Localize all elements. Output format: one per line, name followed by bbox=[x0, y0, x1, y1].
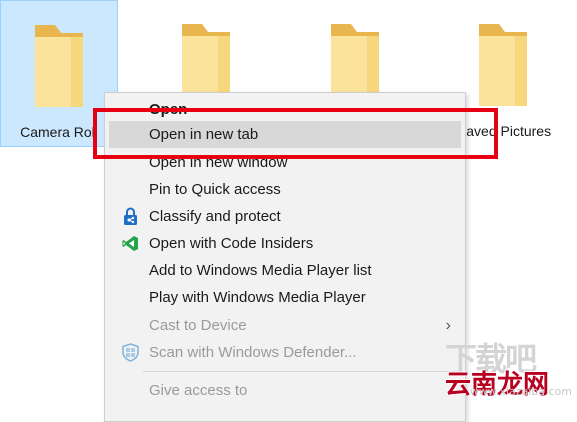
menu-item-label: Pin to Quick access bbox=[149, 181, 281, 198]
menu-item-label: Scan with Windows Defender... bbox=[149, 344, 357, 361]
menu-item-label: Add to Windows Media Player list bbox=[149, 262, 372, 279]
folder-icon bbox=[479, 24, 527, 106]
menu-item-pin-to-quick-access[interactable]: Pin to Quick access bbox=[109, 176, 461, 203]
menu-item-label: Open in new tab bbox=[149, 126, 259, 143]
folder-camera-roll[interactable]: Camera Roll bbox=[0, 0, 118, 147]
menu-item-label: Open with Code Insiders bbox=[149, 235, 314, 252]
menu-item-add-to-wmp-list[interactable]: Add to Windows Media Player list bbox=[109, 257, 461, 284]
watermark: 下载吧 云南龙网 www.xiazaiba.com bbox=[440, 332, 577, 403]
menu-item-open-in-new-tab[interactable]: Open in new tab bbox=[109, 121, 461, 148]
menu-item-label: Open bbox=[149, 101, 188, 118]
menu-item-label: Play with Windows Media Player bbox=[149, 289, 366, 306]
menu-item-classify-and-protect[interactable]: Classify and protect bbox=[109, 203, 461, 230]
watermark-url: www.xiazaiba.com bbox=[469, 385, 572, 398]
menu-item-scan-with-defender[interactable]: Scan with Windows Defender... bbox=[109, 339, 461, 366]
menu-item-open-in-new-window[interactable]: Open in new window bbox=[109, 149, 461, 176]
menu-item-open-with-code-insiders[interactable]: Open with Code Insiders bbox=[109, 230, 461, 257]
menu-item-cast-to-device[interactable]: Cast to Device › bbox=[109, 312, 461, 339]
menu-item-open[interactable]: Open bbox=[109, 96, 461, 123]
menu-item-label: Classify and protect bbox=[149, 208, 281, 225]
azure-information-protection-icon bbox=[124, 207, 137, 225]
folder-icon bbox=[35, 25, 83, 107]
menu-item-play-with-wmp[interactable]: Play with Windows Media Player bbox=[109, 284, 461, 311]
menu-item-label: Open in new window bbox=[149, 154, 288, 171]
context-menu: Open Open in new tab Open in new window … bbox=[104, 92, 466, 422]
windows-defender-shield-icon bbox=[122, 343, 139, 362]
menu-item-give-access-to[interactable]: Give access to bbox=[109, 377, 461, 404]
menu-item-label: Give access to bbox=[149, 382, 248, 399]
menu-item-label: Cast to Device bbox=[149, 317, 247, 334]
vscode-insiders-icon bbox=[122, 236, 138, 251]
menu-separator bbox=[143, 371, 461, 372]
